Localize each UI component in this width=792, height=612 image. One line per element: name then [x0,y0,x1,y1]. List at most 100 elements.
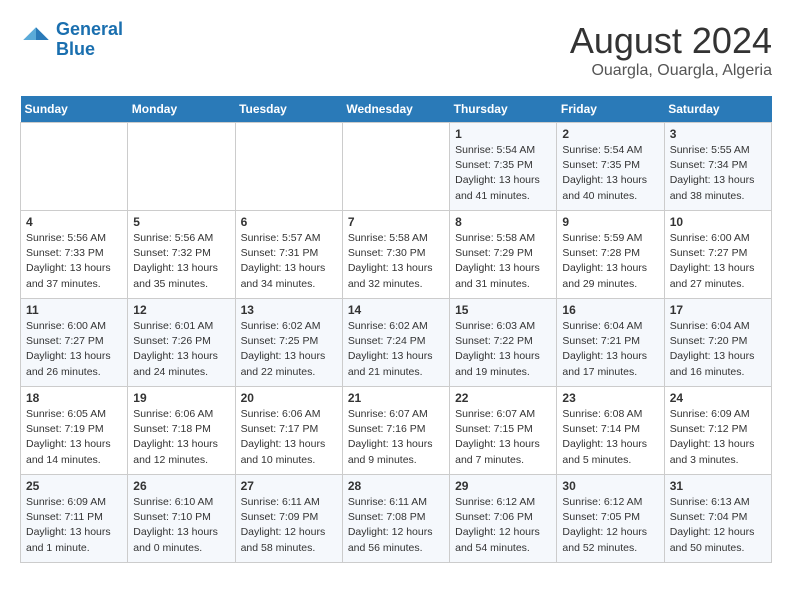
day-info: Sunrise: 5:54 AM Sunset: 7:35 PM Dayligh… [455,143,551,204]
calendar-cell: 1 Sunrise: 5:54 AM Sunset: 7:35 PM Daylig… [450,123,557,211]
day-info: Sunrise: 5:57 AM Sunset: 7:31 PM Dayligh… [241,231,337,292]
page-subtitle: Ouargla, Ouargla, Algeria [570,62,772,80]
day-info: Sunrise: 6:12 AM Sunset: 7:06 PM Dayligh… [455,495,551,556]
calendar-body: 1 Sunrise: 5:54 AM Sunset: 7:35 PM Daylig… [21,123,772,563]
day-number: 25 [26,479,122,493]
weekday-header-row: SundayMondayTuesdayWednesdayThursdayFrid… [21,96,772,123]
day-info: Sunrise: 6:11 AM Sunset: 7:09 PM Dayligh… [241,495,337,556]
calendar-cell: 6 Sunrise: 5:57 AM Sunset: 7:31 PM Daylig… [235,211,342,299]
day-number: 13 [241,303,337,317]
day-info: Sunrise: 5:54 AM Sunset: 7:35 PM Dayligh… [562,143,658,204]
weekday-header-cell: Thursday [450,96,557,123]
logo-text: General Blue [56,20,123,60]
calendar-cell: 24 Sunrise: 6:09 AM Sunset: 7:12 PM Dayli… [664,387,771,475]
day-number: 12 [133,303,229,317]
calendar-cell: 2 Sunrise: 5:54 AM Sunset: 7:35 PM Daylig… [557,123,664,211]
day-number: 17 [670,303,766,317]
calendar-cell: 27 Sunrise: 6:11 AM Sunset: 7:09 PM Dayli… [235,475,342,563]
day-number: 5 [133,215,229,229]
day-number: 3 [670,127,766,141]
day-number: 10 [670,215,766,229]
day-info: Sunrise: 6:05 AM Sunset: 7:19 PM Dayligh… [26,407,122,468]
day-number: 7 [348,215,444,229]
day-info: Sunrise: 6:07 AM Sunset: 7:15 PM Dayligh… [455,407,551,468]
logo-icon [20,24,52,56]
calendar-cell: 28 Sunrise: 6:11 AM Sunset: 7:08 PM Dayli… [342,475,449,563]
header: General Blue August 2024 Ouargla, Ouargl… [20,20,772,80]
day-info: Sunrise: 6:06 AM Sunset: 7:18 PM Dayligh… [133,407,229,468]
weekday-header-cell: Saturday [664,96,771,123]
calendar-week-row: 25 Sunrise: 6:09 AM Sunset: 7:11 PM Dayli… [21,475,772,563]
day-info: Sunrise: 6:02 AM Sunset: 7:25 PM Dayligh… [241,319,337,380]
calendar-cell: 13 Sunrise: 6:02 AM Sunset: 7:25 PM Dayli… [235,299,342,387]
calendar-table: SundayMondayTuesdayWednesdayThursdayFrid… [20,96,772,563]
day-number: 1 [455,127,551,141]
day-number: 26 [133,479,229,493]
day-info: Sunrise: 6:04 AM Sunset: 7:21 PM Dayligh… [562,319,658,380]
day-info: Sunrise: 5:56 AM Sunset: 7:33 PM Dayligh… [26,231,122,292]
day-number: 2 [562,127,658,141]
logo: General Blue [20,20,123,60]
day-number: 18 [26,391,122,405]
day-info: Sunrise: 6:04 AM Sunset: 7:20 PM Dayligh… [670,319,766,380]
day-number: 8 [455,215,551,229]
day-number: 22 [455,391,551,405]
day-info: Sunrise: 6:08 AM Sunset: 7:14 PM Dayligh… [562,407,658,468]
day-number: 30 [562,479,658,493]
calendar-week-row: 18 Sunrise: 6:05 AM Sunset: 7:19 PM Dayli… [21,387,772,475]
day-number: 24 [670,391,766,405]
day-info: Sunrise: 6:10 AM Sunset: 7:10 PM Dayligh… [133,495,229,556]
day-info: Sunrise: 6:12 AM Sunset: 7:05 PM Dayligh… [562,495,658,556]
calendar-cell: 12 Sunrise: 6:01 AM Sunset: 7:26 PM Dayli… [128,299,235,387]
day-info: Sunrise: 5:58 AM Sunset: 7:30 PM Dayligh… [348,231,444,292]
day-number: 19 [133,391,229,405]
calendar-cell: 9Sunrise: 5:59 AM Sunset: 7:28 PM Daylig… [557,211,664,299]
day-number: 20 [241,391,337,405]
day-info: Sunrise: 6:01 AM Sunset: 7:26 PM Dayligh… [133,319,229,380]
day-info: Sunrise: 5:56 AM Sunset: 7:32 PM Dayligh… [133,231,229,292]
weekday-header-cell: Wednesday [342,96,449,123]
day-info: Sunrise: 6:00 AM Sunset: 7:27 PM Dayligh… [26,319,122,380]
calendar-cell: 26 Sunrise: 6:10 AM Sunset: 7:10 PM Dayli… [128,475,235,563]
day-info: Sunrise: 6:03 AM Sunset: 7:22 PM Dayligh… [455,319,551,380]
page-title: August 2024 [570,20,772,62]
calendar-cell [342,123,449,211]
calendar-cell: 21Sunrise: 6:07 AM Sunset: 7:16 PM Dayli… [342,387,449,475]
day-number: 6 [241,215,337,229]
weekday-header-cell: Sunday [21,96,128,123]
calendar-cell: 23Sunrise: 6:08 AM Sunset: 7:14 PM Dayli… [557,387,664,475]
calendar-cell: 18 Sunrise: 6:05 AM Sunset: 7:19 PM Dayli… [21,387,128,475]
weekday-header-cell: Tuesday [235,96,342,123]
day-number: 31 [670,479,766,493]
day-number: 27 [241,479,337,493]
calendar-week-row: 1 Sunrise: 5:54 AM Sunset: 7:35 PM Daylig… [21,123,772,211]
calendar-cell: 4 Sunrise: 5:56 AM Sunset: 7:33 PM Daylig… [21,211,128,299]
day-info: Sunrise: 6:09 AM Sunset: 7:11 PM Dayligh… [26,495,122,556]
calendar-week-row: 11 Sunrise: 6:00 AM Sunset: 7:27 PM Dayli… [21,299,772,387]
weekday-header-cell: Friday [557,96,664,123]
day-number: 11 [26,303,122,317]
day-number: 4 [26,215,122,229]
calendar-cell [128,123,235,211]
calendar-cell: 17 Sunrise: 6:04 AM Sunset: 7:20 PM Dayli… [664,299,771,387]
weekday-header-cell: Monday [128,96,235,123]
day-number: 16 [562,303,658,317]
calendar-cell: 31Sunrise: 6:13 AM Sunset: 7:04 PM Dayli… [664,475,771,563]
calendar-cell: 14 Sunrise: 6:02 AM Sunset: 7:24 PM Dayli… [342,299,449,387]
day-info: Sunrise: 5:58 AM Sunset: 7:29 PM Dayligh… [455,231,551,292]
day-info: Sunrise: 6:09 AM Sunset: 7:12 PM Dayligh… [670,407,766,468]
day-info: Sunrise: 5:55 AM Sunset: 7:34 PM Dayligh… [670,143,766,204]
calendar-cell: 11 Sunrise: 6:00 AM Sunset: 7:27 PM Dayli… [21,299,128,387]
day-info: Sunrise: 6:06 AM Sunset: 7:17 PM Dayligh… [241,407,337,468]
calendar-cell [21,123,128,211]
calendar-cell: 7 Sunrise: 5:58 AM Sunset: 7:30 PM Daylig… [342,211,449,299]
calendar-cell [235,123,342,211]
calendar-cell: 5 Sunrise: 5:56 AM Sunset: 7:32 PM Daylig… [128,211,235,299]
day-number: 21 [348,391,444,405]
day-info: Sunrise: 6:02 AM Sunset: 7:24 PM Dayligh… [348,319,444,380]
day-number: 28 [348,479,444,493]
day-number: 15 [455,303,551,317]
calendar-cell: 22 Sunrise: 6:07 AM Sunset: 7:15 PM Dayli… [450,387,557,475]
day-info: Sunrise: 6:11 AM Sunset: 7:08 PM Dayligh… [348,495,444,556]
day-number: 14 [348,303,444,317]
